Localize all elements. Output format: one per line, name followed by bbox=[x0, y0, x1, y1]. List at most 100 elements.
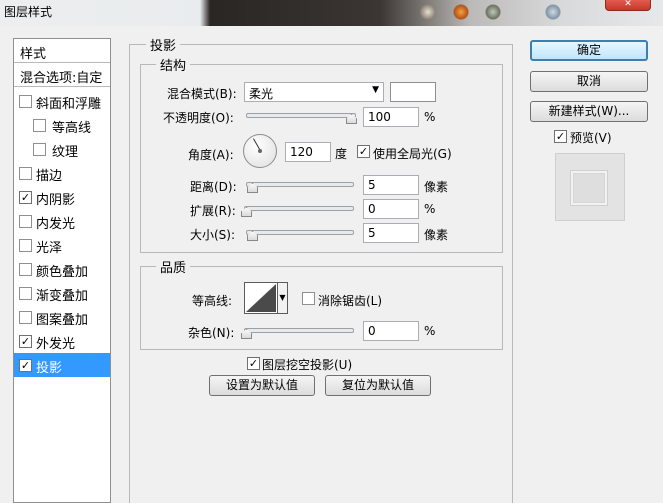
preview-label: 预览(V) bbox=[570, 131, 612, 145]
contour-checkbox[interactable] bbox=[33, 119, 46, 132]
anti-alias-checkbox[interactable] bbox=[302, 292, 315, 305]
inner-shadow-checkbox[interactable]: ✓ bbox=[19, 191, 32, 204]
title-bar[interactable]: 图层样式 ✕ bbox=[0, 0, 663, 26]
drop-shadow-title: 投影 bbox=[146, 35, 181, 54]
contour-dropdown-button[interactable]: ▼ bbox=[278, 282, 288, 314]
knockout-label: 图层挖空投影(U) bbox=[262, 358, 353, 372]
style-item-contour[interactable]: 等高线 bbox=[14, 113, 110, 137]
style-item-gradient-overlay[interactable]: 渐变叠加 bbox=[14, 281, 110, 305]
blend-mode-value: 柔光 bbox=[249, 87, 274, 101]
distance-input[interactable]: 5 bbox=[363, 175, 419, 195]
size-label: 大小(S): bbox=[190, 228, 236, 242]
angle-input[interactable]: 120 bbox=[285, 142, 331, 162]
style-item-pattern-overlay[interactable]: 图案叠加 bbox=[14, 305, 110, 329]
noise-label: 杂色(N): bbox=[188, 326, 235, 340]
color-overlay-checkbox[interactable] bbox=[19, 263, 32, 276]
spread-label: 扩展(R): bbox=[190, 204, 236, 218]
ok-button[interactable]: 确定 bbox=[530, 40, 648, 61]
style-item-outer-glow[interactable]: ✓ 外发光 bbox=[14, 329, 110, 353]
new-style-button[interactable]: 新建样式(W)... bbox=[530, 101, 648, 122]
stroke-checkbox[interactable] bbox=[19, 167, 32, 180]
inner-glow-checkbox[interactable] bbox=[19, 215, 32, 228]
style-item-label: 等高线 bbox=[52, 121, 92, 136]
window-title: 图层样式 bbox=[4, 5, 53, 19]
opacity-input[interactable]: 100 bbox=[363, 107, 419, 127]
style-item-label: 渐变叠加 bbox=[36, 289, 89, 304]
style-item-drop-shadow[interactable]: ✓ 投影 bbox=[14, 353, 110, 377]
satin-checkbox[interactable] bbox=[19, 239, 32, 252]
style-item-label: 内阴影 bbox=[36, 193, 76, 208]
close-button[interactable]: ✕ bbox=[605, 0, 651, 11]
contour-preview-icon bbox=[246, 284, 276, 312]
blend-mode-select[interactable]: 柔光 ▼ bbox=[244, 82, 384, 102]
noise-unit: % bbox=[424, 324, 436, 338]
check-icon: ✓ bbox=[20, 359, 31, 372]
cancel-button[interactable]: 取消 bbox=[530, 71, 648, 92]
style-item-label: 光泽 bbox=[36, 241, 63, 256]
quality-legend: 品质 bbox=[156, 257, 191, 276]
style-item-label: 颜色叠加 bbox=[36, 265, 89, 280]
style-item-satin[interactable]: 光泽 bbox=[14, 233, 110, 257]
style-item-label: 外发光 bbox=[36, 337, 76, 352]
bevel-emboss-checkbox[interactable] bbox=[19, 95, 32, 108]
style-list-header[interactable]: 样式 bbox=[14, 39, 110, 63]
opacity-label: 不透明度(O): bbox=[163, 111, 234, 125]
style-list-blending-options[interactable]: 混合选项:自定 bbox=[14, 63, 110, 87]
style-item-inner-glow[interactable]: 内发光 bbox=[14, 209, 110, 233]
global-light-checkbox[interactable]: ✓ bbox=[357, 145, 370, 158]
reset-default-button[interactable]: 复位为默认值 bbox=[325, 375, 431, 396]
spread-input[interactable]: 0 bbox=[363, 199, 419, 219]
style-item-inner-shadow[interactable]: ✓ 内阴影 bbox=[14, 185, 110, 209]
style-item-texture[interactable]: 纹理 bbox=[14, 137, 110, 161]
pattern-overlay-checkbox[interactable] bbox=[19, 311, 32, 324]
global-light-label: 使用全局光(G) bbox=[373, 147, 452, 161]
app-icon bbox=[453, 4, 469, 20]
style-item-label: 描边 bbox=[36, 169, 63, 184]
style-item-bevel-emboss[interactable]: 斜面和浮雕 bbox=[14, 89, 110, 113]
distance-label: 距离(D): bbox=[190, 180, 237, 194]
knockout-checkbox[interactable]: ✓ bbox=[247, 357, 260, 370]
distance-slider[interactable] bbox=[246, 182, 354, 187]
contour-picker[interactable] bbox=[244, 282, 278, 314]
style-item-label: 斜面和浮雕 bbox=[36, 97, 102, 112]
blending-options-label: 混合选项:自定 bbox=[20, 71, 103, 86]
angle-label: 角度(A): bbox=[188, 148, 234, 162]
style-list: 样式 混合选项:自定 斜面和浮雕 等高线 纹理 描边 ✓ 内阴影 内发光 光泽 … bbox=[13, 38, 111, 503]
style-item-stroke[interactable]: 描边 bbox=[14, 161, 110, 185]
distance-unit: 像素 bbox=[424, 180, 449, 194]
chevron-down-icon: ▼ bbox=[372, 85, 379, 95]
gradient-overlay-checkbox[interactable] bbox=[19, 287, 32, 300]
style-preview bbox=[555, 153, 625, 221]
check-icon: ✓ bbox=[358, 145, 369, 158]
close-icon: ✕ bbox=[624, 0, 632, 9]
spread-slider[interactable] bbox=[244, 206, 354, 211]
spread-unit: % bbox=[424, 202, 436, 216]
size-input[interactable]: 5 bbox=[363, 223, 419, 243]
structure-legend: 结构 bbox=[156, 55, 191, 74]
check-icon: ✓ bbox=[20, 335, 31, 348]
chevron-down-icon: ▼ bbox=[279, 293, 286, 302]
preview-checkbox[interactable]: ✓ bbox=[554, 130, 567, 143]
style-item-label: 投影 bbox=[36, 361, 63, 376]
check-icon: ✓ bbox=[248, 357, 259, 370]
anti-alias-label: 消除锯齿(L) bbox=[318, 294, 383, 308]
app-icon bbox=[420, 4, 436, 20]
shadow-color-swatch[interactable] bbox=[390, 82, 436, 102]
style-item-label: 内发光 bbox=[36, 217, 76, 232]
size-slider[interactable] bbox=[246, 230, 354, 235]
texture-checkbox[interactable] bbox=[33, 143, 46, 156]
app-icon bbox=[545, 4, 561, 20]
noise-input[interactable]: 0 bbox=[363, 321, 419, 341]
opacity-slider[interactable] bbox=[246, 113, 356, 118]
drop-shadow-checkbox[interactable]: ✓ bbox=[19, 359, 32, 372]
angle-dial[interactable] bbox=[243, 134, 277, 168]
check-icon: ✓ bbox=[555, 130, 566, 143]
blend-mode-label: 混合模式(B): bbox=[167, 87, 237, 101]
size-unit: 像素 bbox=[424, 228, 449, 242]
set-default-button[interactable]: 设置为默认值 bbox=[209, 375, 315, 396]
outer-glow-checkbox[interactable]: ✓ bbox=[19, 335, 32, 348]
noise-slider[interactable] bbox=[244, 328, 354, 333]
style-item-color-overlay[interactable]: 颜色叠加 bbox=[14, 257, 110, 281]
opacity-unit: % bbox=[424, 110, 436, 124]
contour-label: 等高线: bbox=[192, 294, 233, 308]
